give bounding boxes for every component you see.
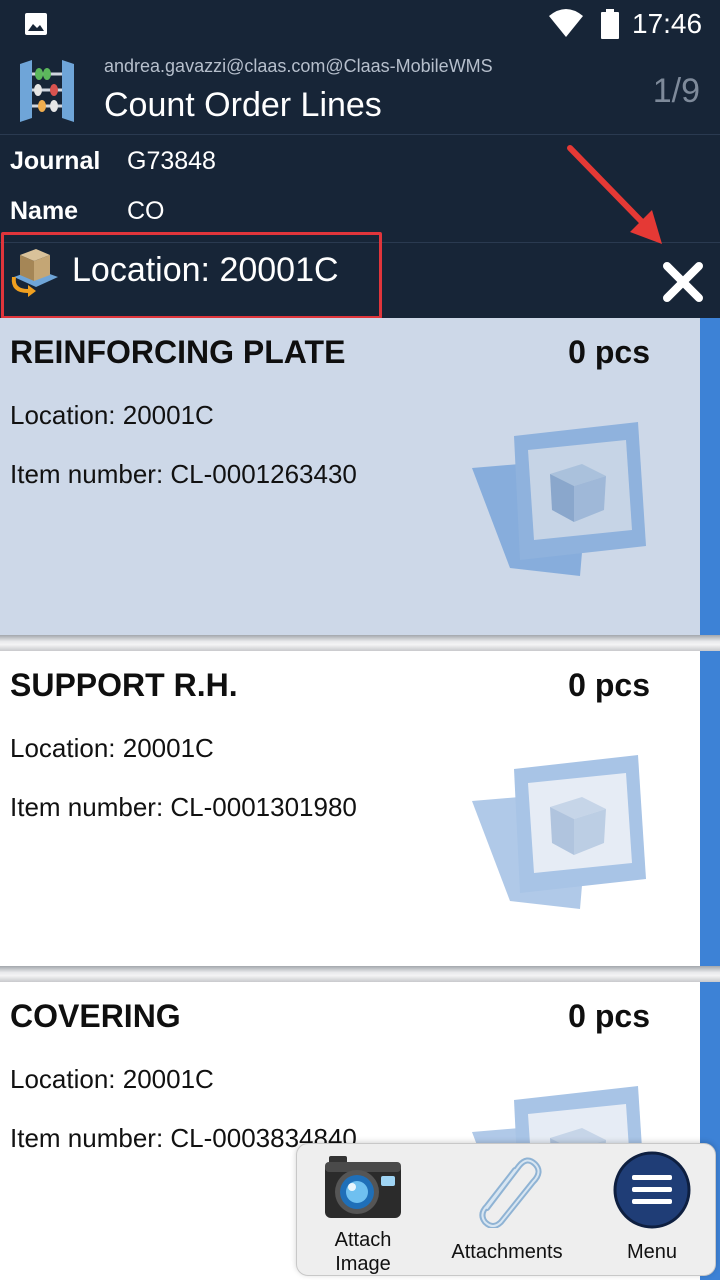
gallery-icon: [25, 13, 47, 35]
location-filter-highlight[interactable]: Location: 20001C: [1, 232, 382, 319]
wifi-icon: [549, 9, 583, 37]
location-filter-bar: Location: 20001C: [0, 232, 720, 319]
app-header: andrea.gavazzi@claas.com@Claas-MobileWMS…: [0, 48, 720, 134]
item-title: SUPPORT R.H.: [10, 667, 238, 703]
menu-label: Menu: [626, 1241, 678, 1263]
item-title: REINFORCING PLATE: [10, 334, 346, 370]
close-icon[interactable]: [660, 259, 706, 305]
item-quantity: 0 pcs: [568, 667, 650, 703]
item-number: Item number: CL-0001263430: [10, 459, 357, 489]
order-lines-list: REINFORCING PLATE 0 pcs Location: 20001C…: [0, 318, 720, 1280]
item-accent-bar: [700, 651, 720, 969]
hamburger-menu-icon: [613, 1151, 691, 1229]
image-placeholder-icon: [472, 755, 646, 909]
menu-button[interactable]: Menu: [597, 1144, 707, 1277]
attach-image-button[interactable]: Attach Image: [309, 1144, 417, 1277]
item-number: Item number: CL-0001301980: [10, 792, 357, 822]
abacus-icon: [20, 60, 74, 122]
paperclip-icon: [479, 1157, 542, 1228]
item-quantity: 0 pcs: [568, 998, 650, 1034]
list-item[interactable]: REINFORCING PLATE 0 pcs Location: 20001C…: [0, 318, 720, 636]
name-label: Name: [10, 197, 79, 225]
list-item[interactable]: SUPPORT R.H. 0 pcs Location: 20001C Item…: [0, 651, 720, 969]
clock: 17:46: [632, 8, 703, 39]
battery-icon: [601, 9, 619, 39]
camera-icon: [325, 1156, 401, 1218]
attach-image-label-line1: Attach: [334, 1229, 392, 1251]
journal-info: Journal G73848 Name CO: [0, 134, 720, 242]
name-row: Name CO: [0, 185, 720, 235]
user-account: andrea.gavazzi@claas.com@Claas-MobileWMS: [104, 56, 493, 76]
attachments-label: Attachments: [451, 1241, 563, 1263]
status-bar: 17:46: [0, 0, 720, 48]
name-value: CO: [127, 197, 165, 225]
location-filter-label: Location: 20001C: [72, 251, 339, 289]
action-bar: Attach Image Attachments Menu: [296, 1143, 716, 1276]
divider: [0, 966, 720, 982]
journal-row: Journal G73848: [0, 135, 720, 185]
item-location: Location: 20001C: [10, 1064, 214, 1094]
attach-image-label-line2: Image: [335, 1253, 391, 1275]
location-box-icon: [11, 249, 58, 297]
item-quantity: 0 pcs: [568, 334, 650, 370]
item-title: COVERING: [10, 998, 181, 1034]
page-counter: 1/9: [652, 72, 700, 110]
journal-value: G73848: [127, 147, 216, 175]
item-location: Location: 20001C: [10, 733, 214, 763]
item-accent-bar: [700, 318, 720, 636]
attachments-button[interactable]: Attachments: [437, 1144, 577, 1277]
divider: [0, 635, 720, 651]
item-location: Location: 20001C: [10, 400, 214, 430]
page-title: Count Order Lines: [104, 86, 382, 124]
journal-label: Journal: [10, 147, 101, 175]
image-placeholder-icon: [472, 422, 646, 576]
